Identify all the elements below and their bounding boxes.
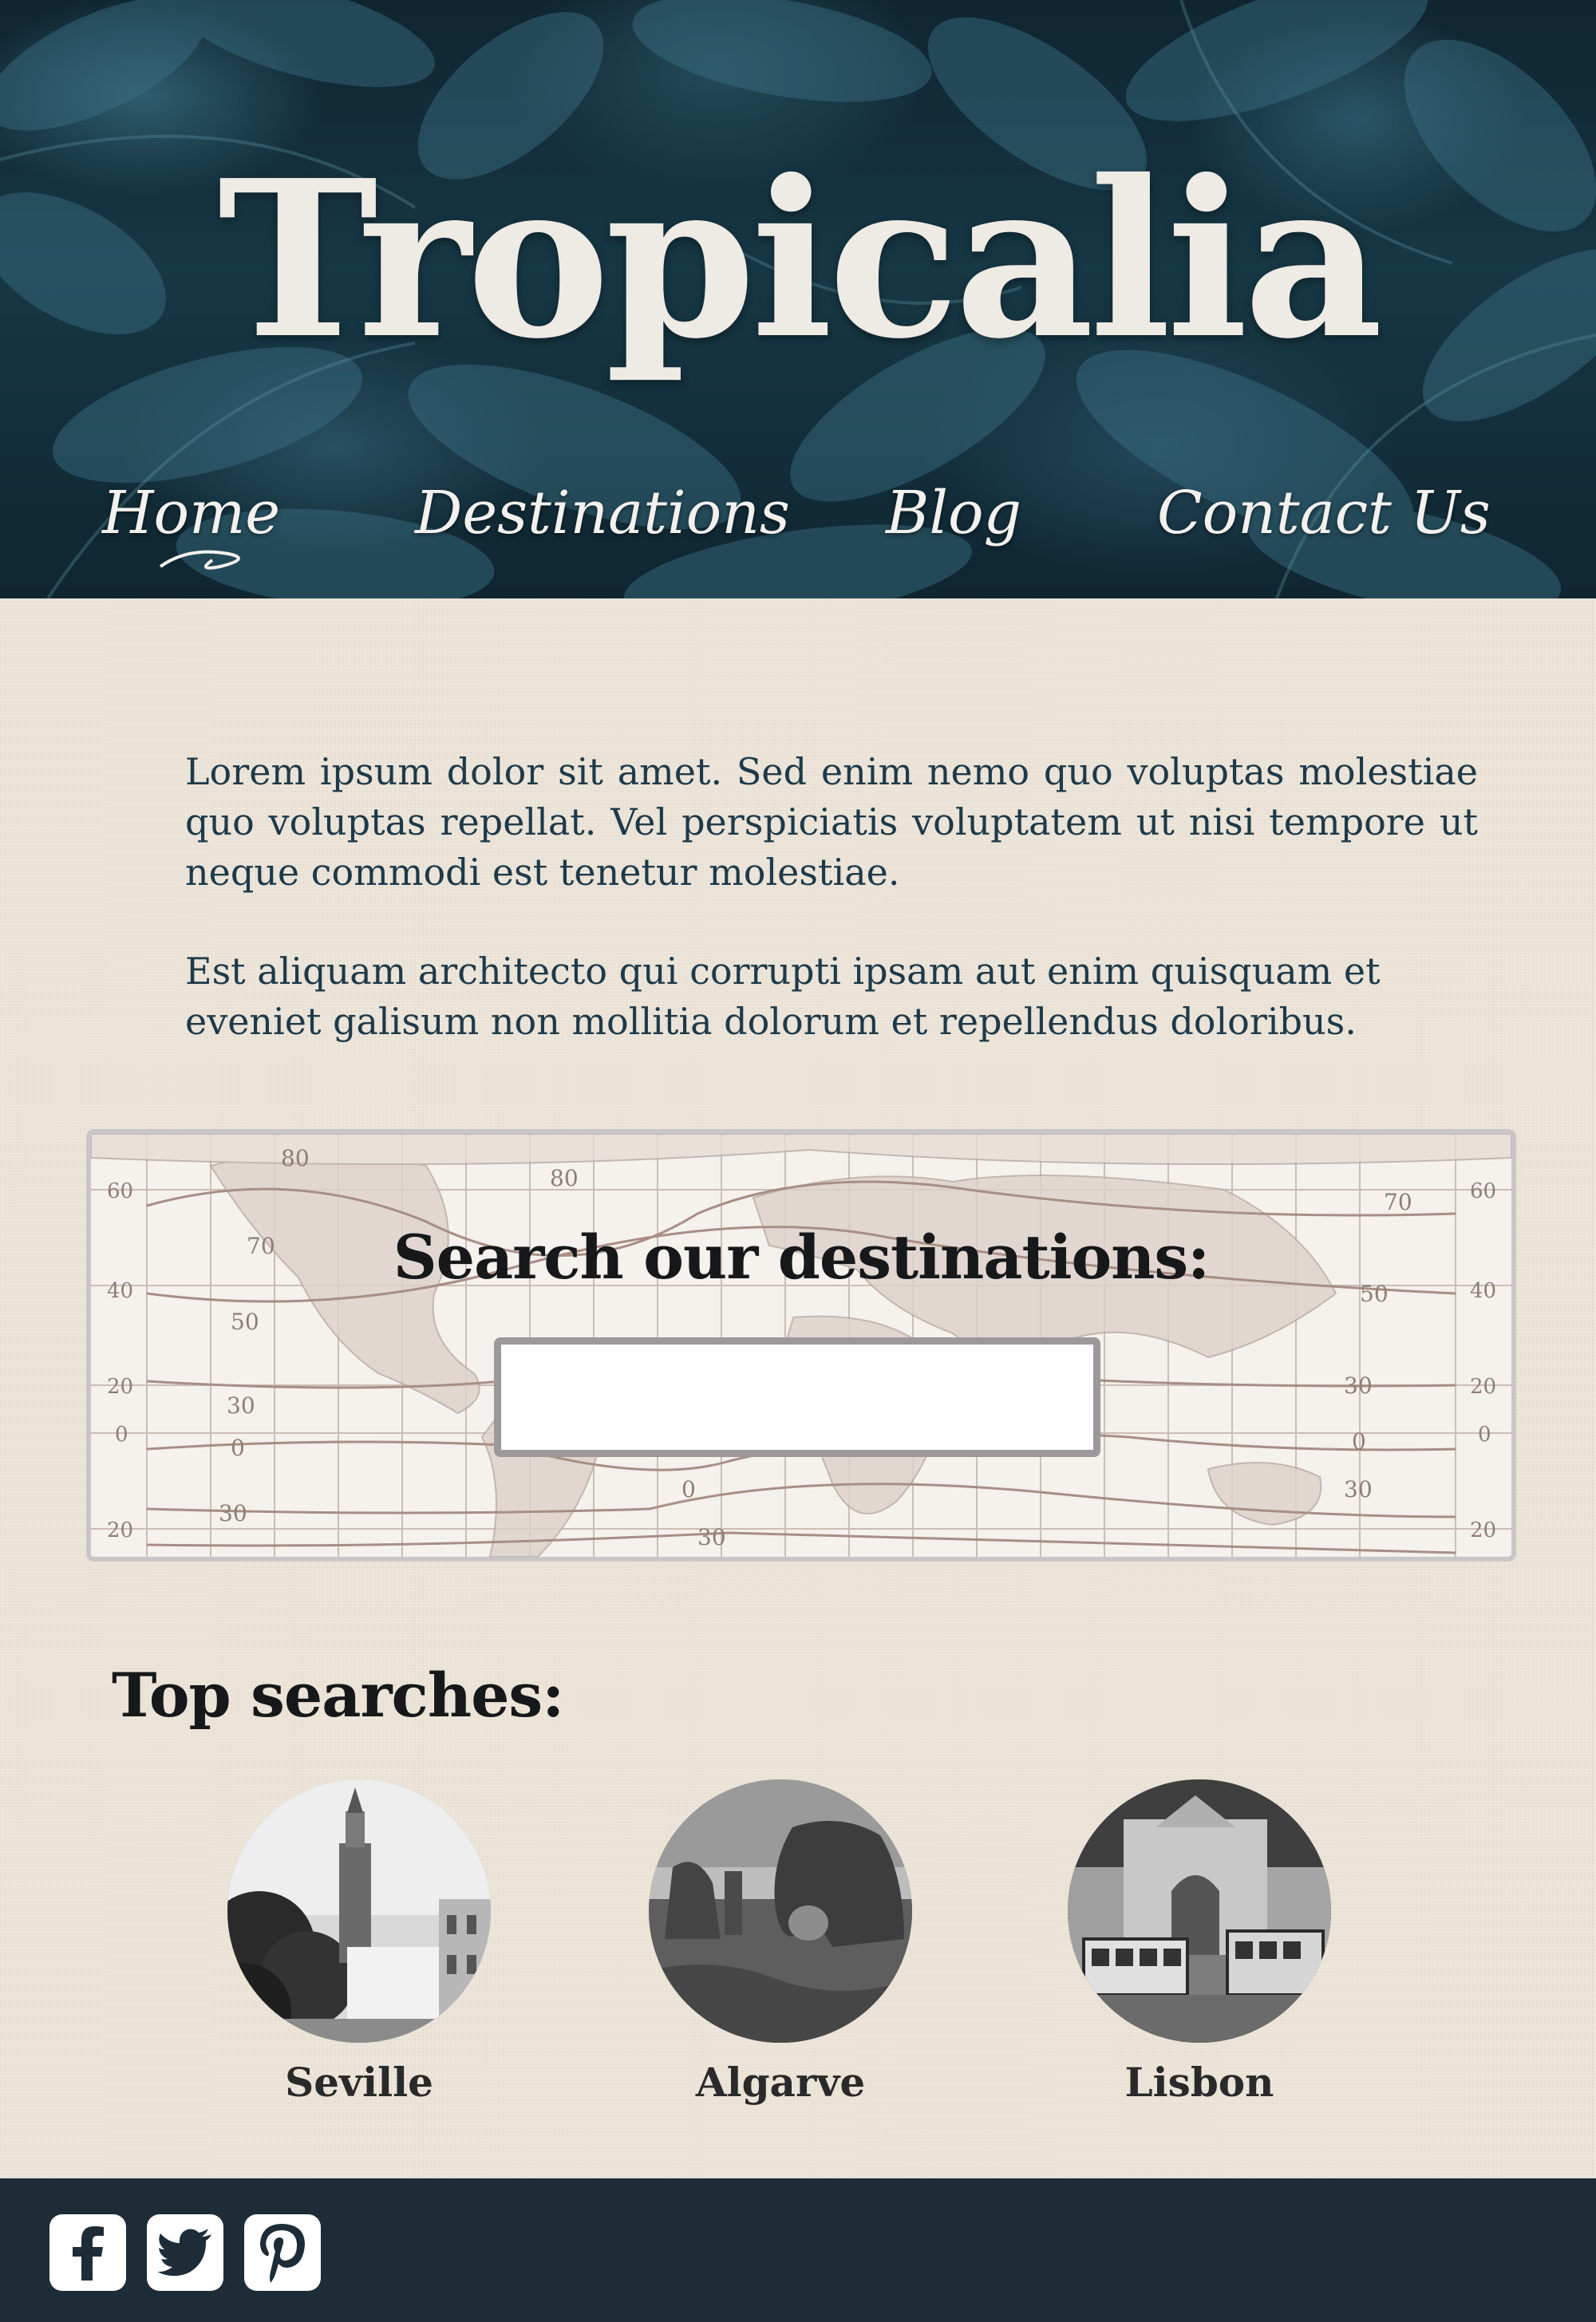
- isotherm-label: 80: [550, 1165, 579, 1191]
- isotherm-label: 0: [681, 1476, 696, 1503]
- isotherm-label: 50: [231, 1309, 259, 1335]
- nav-blog[interactable]: Blog: [886, 479, 1021, 547]
- main-content: Lorem ipsum dolor sit amet. Sed enim nem…: [0, 598, 1596, 2178]
- twitter-icon[interactable]: [147, 2214, 223, 2291]
- nav-contact-us[interactable]: Contact Us: [1157, 479, 1491, 547]
- isotherm-label: 30: [1344, 1476, 1373, 1503]
- intro-paragraph-1: Lorem ipsum dolor sit amet. Sed enim nem…: [185, 750, 1478, 894]
- lat-label-right-0: 0: [1478, 1423, 1491, 1447]
- lat-label-left-60: 60: [107, 1179, 133, 1203]
- home-underline-swash: [159, 550, 240, 570]
- destination-search-input[interactable]: [494, 1337, 1100, 1457]
- destination-card-lisbon[interactable]: Lisbon: [1064, 1779, 1335, 2106]
- isotherm-label: 80: [281, 1145, 310, 1171]
- isotherm-label: 70: [1384, 1189, 1412, 1215]
- isotherm-label: 30: [219, 1500, 247, 1526]
- lat-label-right-60: 60: [1470, 1179, 1496, 1203]
- destination-label-seville[interactable]: Seville: [223, 2059, 495, 2106]
- lat-label-right-20: 20: [1470, 1375, 1496, 1399]
- facebook-icon[interactable]: [49, 2214, 126, 2291]
- lat-label-left-0: 0: [115, 1423, 128, 1447]
- lat-label-right-20b: 20: [1470, 1518, 1496, 1542]
- nav-destinations[interactable]: Destinations: [415, 479, 790, 547]
- brand-title: Tropicalia: [217, 132, 1383, 386]
- top-searches-heading: Top searches:: [112, 1660, 564, 1731]
- destination-card-seville[interactable]: Seville: [223, 1779, 495, 2106]
- destination-label-algarve[interactable]: Algarve: [645, 2059, 916, 2106]
- lat-label-left-20b: 20: [107, 1518, 133, 1542]
- pinterest-icon[interactable]: [244, 2214, 321, 2291]
- nav-home[interactable]: Home: [102, 479, 280, 547]
- destination-label-lisbon[interactable]: Lisbon: [1064, 2059, 1335, 2106]
- lisbon-photo[interactable]: [1068, 1779, 1331, 2043]
- algarve-photo[interactable]: [649, 1779, 912, 2043]
- hero-header: Tropicalia Home Destinations Blog Contac…: [0, 0, 1596, 598]
- isotherm-label: 30: [697, 1524, 726, 1550]
- search-heading: Search our destinations:: [393, 1222, 1210, 1293]
- isotherm-label: 0: [1352, 1428, 1366, 1455]
- isotherm-label: 30: [227, 1392, 255, 1419]
- isotherm-label: 0: [231, 1435, 245, 1461]
- isotherm-label: 30: [1344, 1372, 1373, 1399]
- site-footer: [0, 2178, 1596, 2322]
- intro-paragraph-2: Est aliquam architecto qui corrupti ipsa…: [185, 950, 1381, 1043]
- search-panel: 60 40 20 0 20 60 40 20 0 20 80 80 70 70 …: [86, 1129, 1516, 1562]
- seville-photo[interactable]: [227, 1779, 491, 2043]
- destination-card-algarve[interactable]: Algarve: [645, 1779, 916, 2106]
- lat-label-left-20: 20: [107, 1375, 133, 1399]
